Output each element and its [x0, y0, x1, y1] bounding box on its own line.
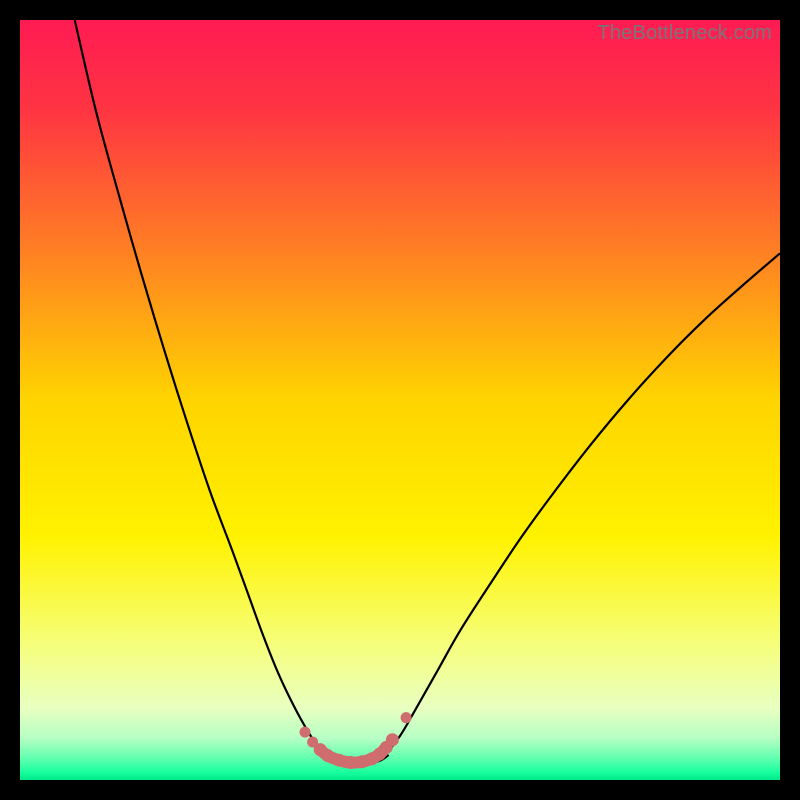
- valley-dot: [401, 712, 412, 723]
- valley-dot: [386, 733, 399, 746]
- bottleneck-chart: [20, 20, 780, 780]
- valley-dot: [300, 727, 311, 738]
- plot-frame: TheBottleneck.com: [20, 20, 780, 780]
- valley-dot: [344, 756, 357, 769]
- watermark-label: TheBottleneck.com: [597, 22, 772, 45]
- chart-background: [20, 20, 780, 780]
- valley-dot: [321, 749, 334, 762]
- valley-dot: [333, 754, 346, 767]
